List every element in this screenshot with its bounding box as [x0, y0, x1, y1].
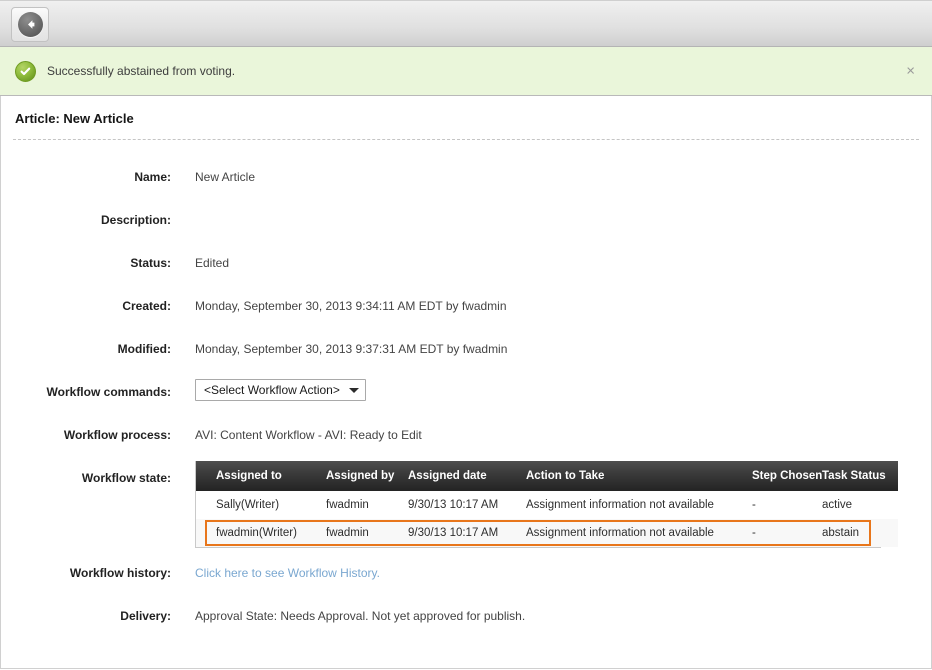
cell-step-chosen: - — [752, 519, 822, 547]
column-header-assigned-to: Assigned to — [196, 461, 326, 491]
cell-assigned-to: Sally(Writer) — [196, 491, 326, 519]
name-label: Name: — [134, 170, 171, 184]
workflow-action-selected-value: <Select Workflow Action> — [204, 383, 340, 397]
workflow-state-table-wrapper: Assigned to Assigned by Assigned date Ac… — [195, 461, 898, 548]
table-row[interactable]: Sally(Writer) fwadmin 9/30/13 10:17 AM A… — [196, 491, 898, 519]
created-label: Created: — [122, 299, 171, 313]
column-header-task-status: Task Status — [822, 461, 898, 491]
article-detail-form: Name: New Article Description: Status: E… — [1, 152, 931, 634]
top-toolbar — [0, 0, 932, 47]
cell-task-status: active — [822, 491, 898, 519]
status-value: Edited — [195, 256, 230, 270]
cell-assigned-date: 9/30/13 10:17 AM — [408, 519, 526, 547]
field-row-workflow-state: Workflow state: Assigned to Assigned by … — [1, 453, 931, 548]
field-row-modified: Modified: Monday, September 30, 2013 9:3… — [1, 324, 931, 367]
title-divider — [13, 139, 919, 140]
cell-assigned-to: fwadmin(Writer) — [196, 519, 326, 547]
workflow-process-value: AVI: Content Workflow - AVI: Ready to Ed… — [195, 428, 422, 442]
field-row-status: Status: Edited — [1, 238, 931, 281]
description-value — [171, 195, 195, 213]
workflow-history-value: Click here to see Workflow History. — [171, 548, 380, 580]
workflow-state-table: Assigned to Assigned by Assigned date Ac… — [196, 461, 898, 519]
field-row-workflow-commands: Workflow commands: <Select Workflow Acti… — [1, 367, 931, 410]
workflow-state-label: Workflow state: — [81, 471, 171, 485]
workflow-commands-label: Workflow commands: — [46, 385, 171, 399]
cell-action-to-take: Assignment information not available — [526, 491, 752, 519]
workflow-action-select[interactable]: <Select Workflow Action> — [195, 379, 366, 401]
success-check-icon — [15, 60, 36, 82]
back-button[interactable] — [11, 7, 49, 42]
cell-task-status: abstain — [822, 519, 898, 547]
notice-message: Successfully abstained from voting. — [47, 64, 236, 78]
column-header-assigned-date: Assigned date — [408, 461, 526, 491]
delivery-label: Delivery: — [120, 609, 171, 623]
table-body: Sally(Writer) fwadmin 9/30/13 10:17 AM A… — [196, 491, 898, 519]
description-label: Description: — [100, 213, 171, 227]
status-label: Status: — [130, 256, 171, 270]
workflow-state-table-highlighted: fwadmin(Writer) fwadmin 9/30/13 10:17 AM… — [196, 519, 898, 547]
cell-assigned-by: fwadmin — [326, 519, 408, 547]
highlighted-row-container: fwadmin(Writer) fwadmin 9/30/13 10:17 AM… — [196, 519, 898, 547]
column-header-step-chosen: Step Chosen — [752, 461, 822, 491]
chevron-down-icon — [348, 387, 359, 393]
created-value: Monday, September 30, 2013 9:34:11 AM ED… — [195, 299, 507, 313]
arrow-left-icon — [17, 12, 43, 37]
field-row-description: Description: — [1, 195, 931, 238]
modified-label: Modified: — [117, 342, 171, 356]
cell-action-to-take: Assignment information not available — [526, 519, 752, 547]
field-row-workflow-history: Workflow history: Click here to see Work… — [1, 548, 931, 591]
table-row[interactable]: fwadmin(Writer) fwadmin 9/30/13 10:17 AM… — [196, 519, 898, 547]
field-row-name: Name: New Article — [1, 152, 931, 195]
close-icon[interactable]: × — [906, 64, 915, 79]
field-row-created: Created: Monday, September 30, 2013 9:34… — [1, 281, 931, 324]
page-root: Successfully abstained from voting. × Ar… — [0, 0, 932, 670]
column-header-action-to-take: Action to Take — [526, 461, 752, 491]
column-header-assigned-by: Assigned by — [326, 461, 408, 491]
workflow-history-label: Workflow history: — [69, 566, 171, 580]
name-value: New Article — [195, 170, 256, 184]
modified-value: Monday, September 30, 2013 9:37:31 AM ED… — [195, 342, 508, 356]
field-row-workflow-process: Workflow process: AVI: Content Workflow … — [1, 410, 931, 453]
page-title: Article: New Article — [15, 111, 134, 126]
cell-assigned-date: 9/30/13 10:17 AM — [408, 491, 526, 519]
cell-assigned-by: fwadmin — [326, 491, 408, 519]
workflow-history-link[interactable]: Click here to see Workflow History. — [195, 566, 380, 580]
success-notice: Successfully abstained from voting. × — [0, 47, 932, 96]
workflow-process-label: Workflow process: — [63, 428, 171, 442]
table-head: Assigned to Assigned by Assigned date Ac… — [196, 461, 898, 491]
cell-step-chosen: - — [752, 491, 822, 519]
field-row-delivery: Delivery: Approval State: Needs Approval… — [1, 591, 931, 634]
table-header-row: Assigned to Assigned by Assigned date Ac… — [196, 461, 898, 491]
content-panel: Article: New Article Name: New Article D… — [0, 96, 932, 669]
delivery-value: Approval State: Needs Approval. Not yet … — [195, 609, 526, 623]
